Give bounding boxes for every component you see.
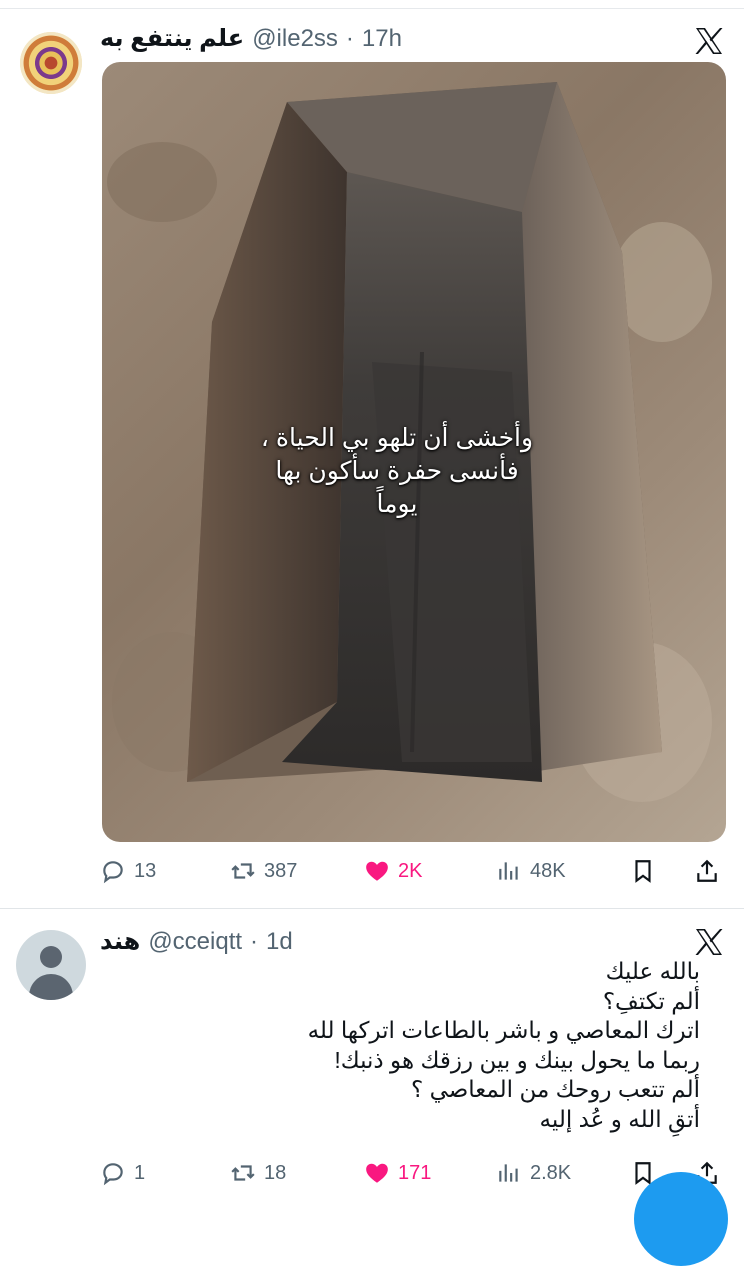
tweet-image[interactable]: وأخشى أن تلهو بي الحياة ، فأنسى حفرة سأك… xyxy=(102,62,726,842)
reply-author-avatar[interactable] xyxy=(16,930,86,1000)
meta-separator: · xyxy=(250,928,259,955)
top-divider xyxy=(0,8,744,9)
retweet-icon xyxy=(231,863,255,879)
reply-header: هند @cceiqtt · 1d xyxy=(100,927,293,956)
views-count: 48K xyxy=(530,859,566,882)
reply-line: أتقِ الله و عُد إليه xyxy=(539,1105,700,1132)
reply-line: ألم تتعب روحك من المعاصي ؟ xyxy=(410,1076,700,1102)
default-avatar-head xyxy=(40,946,62,968)
author-handle[interactable]: @ile2ss xyxy=(252,25,338,53)
retweet-icon xyxy=(231,1165,255,1181)
reply-button[interactable]: 13 xyxy=(100,853,156,889)
retweet-count: 18 xyxy=(264,1161,287,1184)
reply-line: ألم تكتفِ؟ xyxy=(602,987,700,1014)
views-button[interactable]: 2.8K xyxy=(496,1155,571,1191)
compose-fab-button[interactable] xyxy=(634,1172,728,1266)
like-button[interactable]: 171 xyxy=(364,1155,431,1191)
bookmark-icon xyxy=(635,860,651,883)
reply-bubble-icon xyxy=(103,861,123,884)
reply-line: اترك المعاصي و باشر بالطاعات اتركها لله xyxy=(307,1017,700,1043)
retweet-count: 387 xyxy=(264,859,298,882)
reply-count: 13 xyxy=(134,859,157,882)
views-button[interactable]: 48K xyxy=(496,853,566,889)
heart-icon xyxy=(366,861,388,881)
views-bar-chart-icon xyxy=(499,1164,518,1182)
x-logo-icon xyxy=(695,28,723,54)
reply-actions: 1 18 171 2.8K xyxy=(100,1155,730,1191)
author-name[interactable]: علم ينتفع به xyxy=(100,24,244,53)
share-button[interactable] xyxy=(694,853,720,889)
reply-time[interactable]: 1d xyxy=(266,928,293,956)
views-count: 2.8K xyxy=(530,1161,572,1184)
reply-text: بالله عليك ألم تكتفِ؟ اترك المعاصي و باش… xyxy=(300,957,700,1134)
default-avatar-body xyxy=(29,974,73,1000)
reply-author-handle[interactable]: @cceiqtt xyxy=(148,928,242,956)
retweet-button[interactable]: 18 xyxy=(230,1155,286,1191)
reply-line: بالله عليك xyxy=(605,958,700,984)
reply-count: 1 xyxy=(134,1161,146,1184)
author-avatar[interactable] xyxy=(20,32,82,94)
bookmark-button[interactable] xyxy=(630,853,656,889)
reply-author-name[interactable]: هند xyxy=(100,927,140,956)
meta-separator: · xyxy=(345,25,354,52)
like-count: 2K xyxy=(398,859,423,882)
views-bar-chart-icon xyxy=(499,862,518,880)
share-icon xyxy=(697,859,717,882)
reply-button[interactable]: 1 xyxy=(100,1155,145,1191)
reply-line: ربما ما يحول بينك و بين رزقك هو ذنبك! xyxy=(334,1046,700,1073)
tweet-divider xyxy=(0,908,744,909)
image-caption: وأخشى أن تلهو بي الحياة ، فأنسى حفرة سأك… xyxy=(260,424,534,518)
retweet-button[interactable]: 387 xyxy=(230,853,297,889)
like-count: 171 xyxy=(398,1161,432,1184)
like-button[interactable]: 2K xyxy=(364,853,422,889)
tweet-header: علم ينتفع به @ile2ss · 17h xyxy=(100,24,402,53)
tweet-actions: 13 387 2K 48K xyxy=(100,853,730,889)
reply-bubble-icon xyxy=(103,1163,123,1186)
tweet-time[interactable]: 17h xyxy=(362,25,402,53)
heart-icon xyxy=(366,1163,388,1183)
x-logo-icon xyxy=(695,929,723,955)
